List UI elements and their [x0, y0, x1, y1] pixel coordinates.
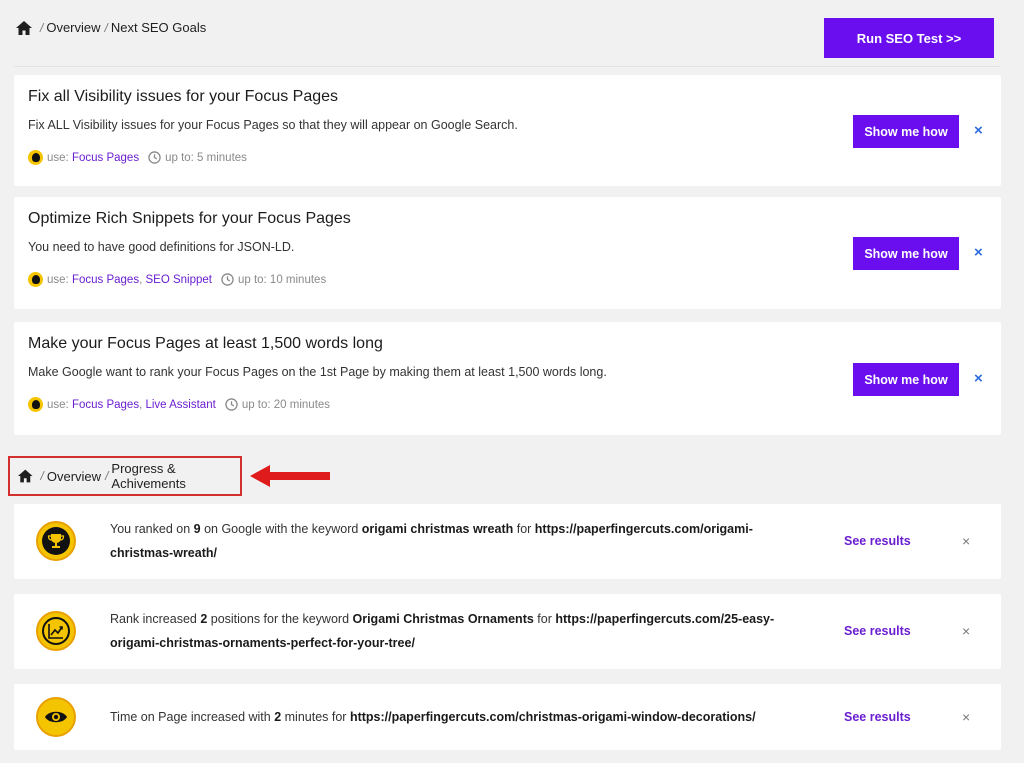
- breadcrumb-separator: /: [104, 20, 108, 35]
- home-icon[interactable]: [16, 20, 32, 35]
- breadcrumb-item-overview[interactable]: Overview: [46, 20, 100, 35]
- tool-link-focus-pages[interactable]: Focus Pages: [72, 152, 139, 164]
- use-label: use:: [47, 151, 69, 164]
- clock-icon: [225, 398, 238, 411]
- show-me-how-button[interactable]: Show me how: [853, 237, 959, 270]
- link-separator: ,: [139, 273, 143, 286]
- breadcrumb-item-current: Progress & Achivements: [111, 461, 186, 491]
- goal-card: Optimize Rich Snippets for your Focus Pa…: [14, 197, 1001, 309]
- clock-icon: [148, 151, 161, 164]
- tool-icon: [28, 397, 43, 412]
- achievement-badge: [36, 697, 76, 737]
- chart-up-icon: [48, 624, 63, 639]
- goal-meta: use: Focus Pages, Live Assistant up to: …: [28, 397, 330, 412]
- breadcrumb-separator: /: [105, 469, 109, 483]
- goal-description: You need to have good definitions for JS…: [28, 240, 295, 254]
- time-estimate: up to: 10 minutes: [237, 273, 327, 286]
- breadcrumb-item-overview[interactable]: Overview: [47, 469, 101, 484]
- goal-title: Make your Focus Pages at least 1,500 wor…: [28, 335, 383, 352]
- breadcrumb-highlighted: / Overview / Progress & Achivements: [8, 456, 242, 496]
- use-label: use:: [47, 273, 69, 286]
- eye-icon: [45, 711, 67, 723]
- see-results-link[interactable]: See results: [844, 710, 911, 724]
- tool-link-live-assistant[interactable]: Live Assistant: [145, 399, 215, 411]
- achievement-badge: [36, 611, 76, 651]
- breadcrumb-separator: /: [40, 20, 44, 35]
- tool-link-focus-pages[interactable]: Focus Pages: [72, 274, 139, 286]
- time-estimate: up to: 20 minutes: [241, 398, 331, 411]
- trophy-icon: [47, 534, 65, 548]
- achievement-text: You ranked on 9 on Google with the keywo…: [110, 522, 753, 560]
- see-results-link[interactable]: See results: [844, 624, 911, 638]
- red-arrow-icon: [250, 465, 330, 487]
- clock-icon: [221, 273, 234, 286]
- achievement-card: Time on Page increased with 2 minutes fo…: [14, 684, 1001, 750]
- breadcrumb-item-current: Next SEO Goals: [110, 20, 207, 35]
- divider: [14, 66, 1000, 67]
- breadcrumb-separator: /: [40, 469, 44, 483]
- close-icon[interactable]: ×: [962, 533, 970, 549]
- dismiss-icon[interactable]: ×: [974, 370, 983, 387]
- tool-icon: [28, 272, 43, 287]
- goal-description: Fix ALL Visibility issues for your Focus…: [28, 118, 518, 132]
- goal-meta: use: Focus Pages up to: 5 minutes: [28, 150, 247, 165]
- dismiss-icon[interactable]: ×: [974, 244, 983, 261]
- home-icon[interactable]: [18, 469, 33, 483]
- dismiss-icon[interactable]: ×: [974, 122, 983, 139]
- see-results-link[interactable]: See results: [844, 534, 911, 548]
- close-icon[interactable]: ×: [962, 709, 970, 725]
- achievement-text: Time on Page increased with 2 minutes fo…: [110, 710, 756, 724]
- goal-title: Optimize Rich Snippets for your Focus Pa…: [28, 210, 351, 227]
- breadcrumb: / Overview / Next SEO Goals: [16, 20, 206, 35]
- tool-link-seo-snippet[interactable]: SEO Snippet: [145, 274, 211, 286]
- show-me-how-button[interactable]: Show me how: [853, 363, 959, 396]
- use-label: use:: [47, 398, 69, 411]
- time-estimate: up to: 5 minutes: [165, 151, 247, 164]
- close-icon[interactable]: ×: [962, 623, 970, 639]
- achievement-card: Rank increased 2 positions for the keywo…: [14, 594, 1001, 669]
- goal-card: Make your Focus Pages at least 1,500 wor…: [14, 322, 1001, 435]
- goal-description: Make Google want to rank your Focus Page…: [28, 365, 607, 379]
- goal-meta: use: Focus Pages, SEO Snippet up to: 10 …: [28, 272, 326, 287]
- show-me-how-button[interactable]: Show me how: [853, 115, 959, 148]
- goal-title: Fix all Visibility issues for your Focus…: [28, 88, 339, 105]
- achievement-card: You ranked on 9 on Google with the keywo…: [14, 504, 1001, 579]
- link-separator: ,: [139, 398, 143, 411]
- tool-icon: [28, 150, 43, 165]
- tool-link-focus-pages[interactable]: Focus Pages: [72, 399, 139, 411]
- achievement-text: Rank increased 2 positions for the keywo…: [110, 612, 775, 650]
- achievement-badge: [36, 521, 76, 561]
- goal-card: Fix all Visibility issues for your Focus…: [14, 75, 1001, 186]
- run-seo-test-button[interactable]: Run SEO Test >>: [824, 18, 994, 58]
